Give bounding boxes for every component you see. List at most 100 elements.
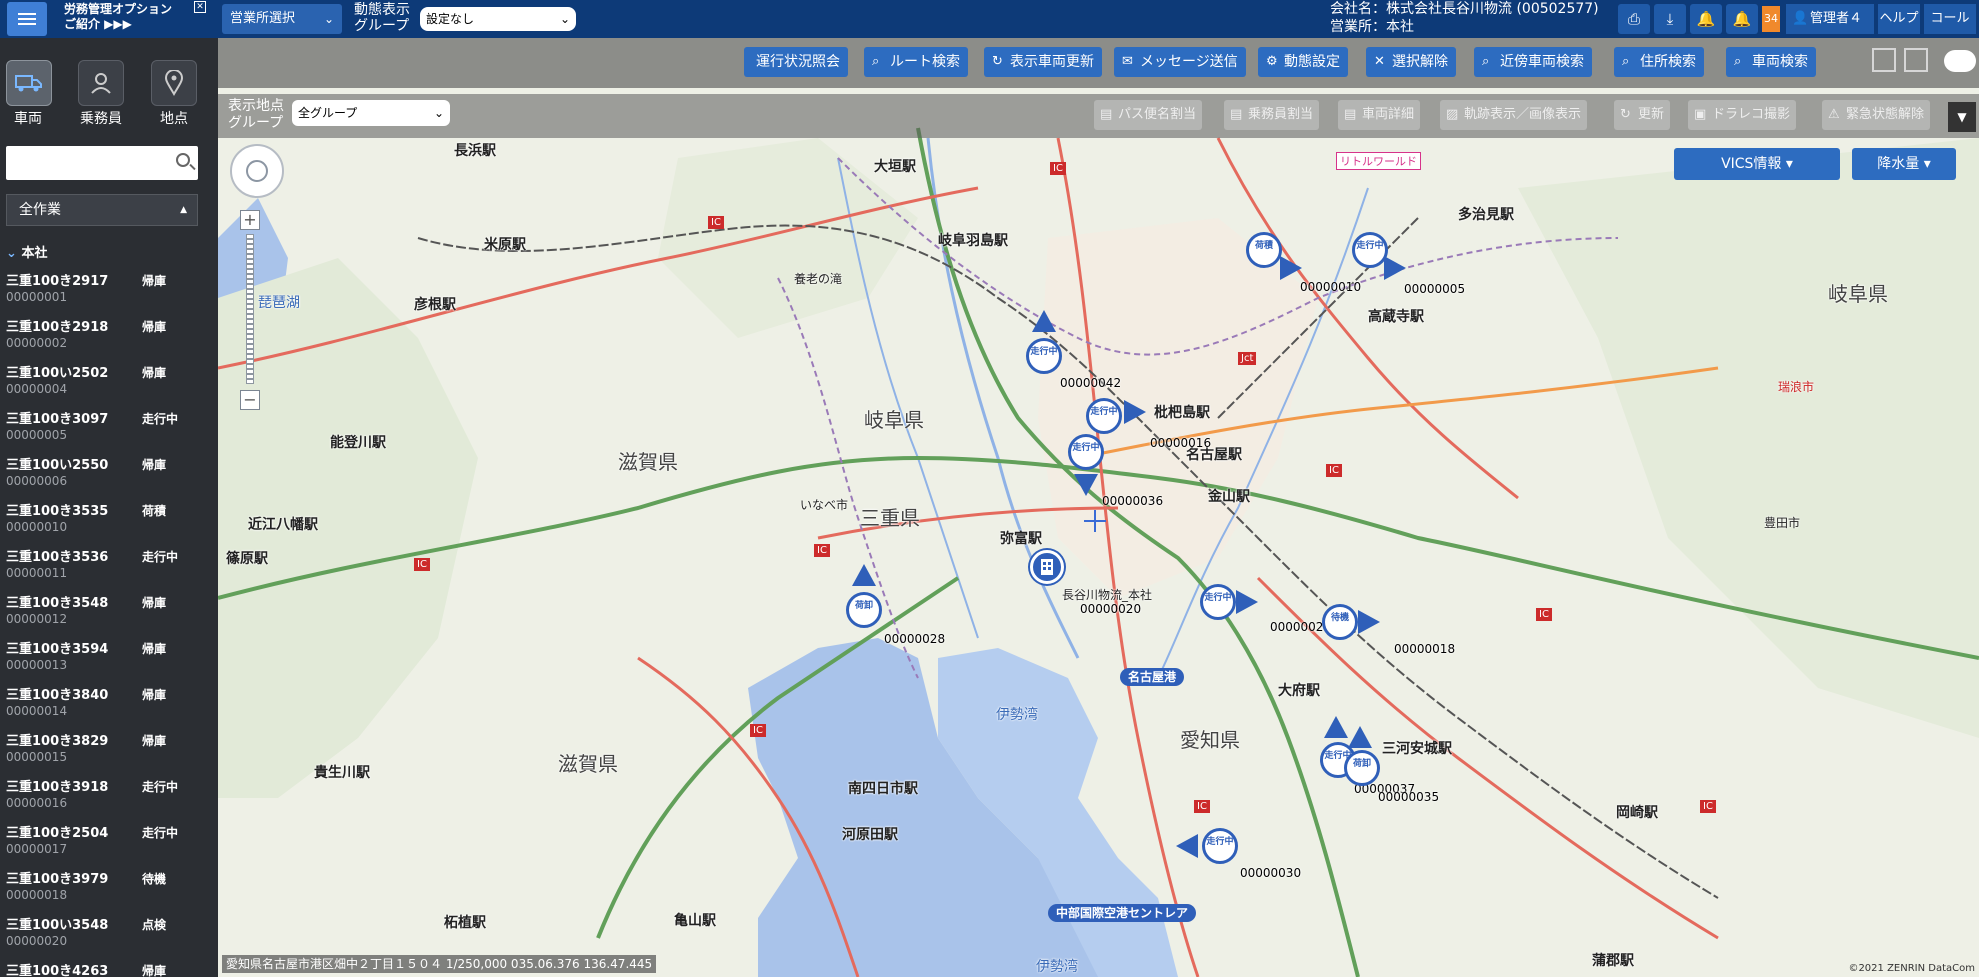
- address-search-button[interactable]: ⌕ 住所検索: [1614, 47, 1704, 77]
- work-filter-select[interactable]: 全作業 ▲: [6, 194, 198, 226]
- vehicle-id: 00000020: [6, 934, 68, 948]
- tracking-settings-button[interactable]: ⚙ 動態設定: [1258, 47, 1348, 77]
- display-group-select[interactable]: 設定なし ⌄: [420, 7, 576, 31]
- list-item[interactable]: 三重100き4263 帰庫: [0, 956, 218, 977]
- tab-crew[interactable]: [78, 60, 124, 106]
- route-search-button[interactable]: ⌕ ルート検索: [864, 47, 968, 77]
- ic-badge: IC: [1700, 800, 1716, 813]
- zoom-out-button[interactable]: −: [240, 390, 260, 410]
- bell-icon[interactable]: 🔔: [1690, 4, 1722, 34]
- map-label-tajimi: 多治見駅: [1458, 207, 1514, 223]
- menu-button[interactable]: [7, 2, 47, 36]
- map-label-hikone: 彦根駅: [414, 297, 456, 313]
- vehicle-marker[interactable]: 荷積: [1246, 232, 1282, 268]
- list-item[interactable]: 三重100き3918 走行中 00000016: [0, 772, 218, 818]
- vehicle-id: 00000017: [6, 842, 68, 856]
- vehicle-marker[interactable]: 走行中: [1352, 232, 1388, 268]
- user-name: 管理者４: [1810, 11, 1863, 26]
- nearby-vehicle-label: 近傍車両検索: [1500, 54, 1584, 70]
- location-group-select[interactable]: 全グループ ⌄: [292, 100, 450, 126]
- more-button[interactable]: ▼: [1948, 102, 1976, 132]
- download-icon[interactable]: ⤓: [1654, 4, 1686, 34]
- refresh-vehicles-button[interactable]: ↻ 表示車両更新: [984, 47, 1102, 77]
- update-button[interactable]: ↻ 更新: [1614, 100, 1671, 130]
- list-item[interactable]: 三重100き3829 帰庫 00000015: [0, 726, 218, 772]
- vehicle-marker[interactable]: 走行中: [1200, 584, 1236, 620]
- camera-icon: ▣: [1694, 107, 1707, 122]
- vehicle-id: 00000012: [6, 612, 68, 626]
- grid-layout-icon[interactable]: [1872, 48, 1896, 72]
- list-item[interactable]: 三重100き3536 走行中 00000011: [0, 542, 218, 588]
- vehicle-search-input[interactable]: [6, 146, 198, 180]
- list-item[interactable]: 三重100い2550 帰庫 00000006: [0, 450, 218, 496]
- send-message-button[interactable]: ✉ メッセージ送信: [1114, 47, 1246, 77]
- search-icon[interactable]: [176, 153, 190, 167]
- vehicle-marker[interactable]: 荷卸: [846, 592, 882, 628]
- vehicle-marker[interactable]: 走行中: [1068, 434, 1104, 470]
- rainfall-label: 降水量: [1877, 156, 1920, 172]
- list-item[interactable]: 三重100き3535 荷積 00000010: [0, 496, 218, 542]
- pan-control[interactable]: [230, 144, 284, 198]
- vehicle-marker[interactable]: 荷卸: [1344, 750, 1380, 786]
- zoom-track[interactable]: [246, 234, 254, 384]
- vehicle-marker[interactable]: 待機: [1322, 604, 1358, 640]
- vehicle-number-label: 00000030: [1240, 866, 1302, 880]
- clear-selection-button[interactable]: ✕ 選択解除: [1366, 47, 1456, 77]
- list-item[interactable]: 三重100き2918 帰庫 00000002: [0, 312, 218, 358]
- operation-status-button[interactable]: 運行状況照会: [744, 47, 848, 77]
- dashcam-button[interactable]: ▣ ドラレコ撮影: [1688, 100, 1797, 130]
- vehicle-marker[interactable]: 走行中: [1086, 398, 1122, 434]
- zoom-in-button[interactable]: +: [240, 210, 260, 230]
- vehicle-plate: 三重100き3979: [6, 872, 109, 887]
- track-image-button[interactable]: ▨ 軌跡表示／画像表示: [1440, 100, 1588, 130]
- print-icon[interactable]: ⎙: [1618, 4, 1650, 34]
- office-select[interactable]: 営業所選択 ⌄: [222, 4, 342, 34]
- assign-crew-button[interactable]: ▤ 乗務員割当: [1224, 100, 1320, 130]
- promo-link[interactable]: 労務管理オプション ご紹介 ▶▶▶: [64, 2, 172, 32]
- heading-arrow-icon: [1348, 726, 1372, 748]
- list-item[interactable]: 三重100き2504 走行中 00000017: [0, 818, 218, 864]
- user-menu[interactable]: 👤 管理者４: [1786, 4, 1874, 34]
- vehicle-id: 00000005: [6, 428, 68, 442]
- list-item[interactable]: 三重100い3548 点検 00000020: [0, 910, 218, 956]
- split-layout-icon[interactable]: [1904, 48, 1928, 72]
- tab-locations[interactable]: [151, 60, 197, 106]
- tab-vehicles[interactable]: [6, 60, 52, 106]
- list-item[interactable]: 三重100き2917 帰庫 00000001: [0, 266, 218, 312]
- list-item[interactable]: 三重100き3594 帰庫 00000013: [0, 634, 218, 680]
- emergency-clear-button[interactable]: ⚠ 緊急状態解除: [1822, 100, 1931, 130]
- rainfall-button[interactable]: 降水量 ▾: [1852, 148, 1956, 180]
- close-icon[interactable]: ✕: [194, 1, 206, 13]
- vehicle-search-button[interactable]: ⌕ 車両検索: [1726, 47, 1816, 77]
- list-item[interactable]: 三重100き3840 帰庫 00000014: [0, 680, 218, 726]
- vehicle-number-label: 00000016: [1150, 436, 1212, 450]
- track-image-label: 軌跡表示／画像表示: [1464, 107, 1582, 122]
- vehicle-number-label: 00000020: [1080, 602, 1142, 616]
- promo-line2: ご紹介 ▶▶▶: [64, 17, 132, 31]
- call-button[interactable]: コール: [1924, 4, 1976, 34]
- map-view[interactable]: 長浜駅 大垣駅 岐阜羽島駅 多治見駅 高蔵寺駅 彦根駅 米原駅 能登川駅 近江八…: [218, 38, 1979, 977]
- assign-route-button[interactable]: ▤ パス便名割当: [1094, 100, 1203, 130]
- vehicle-marker[interactable]: 走行中: [1202, 828, 1238, 864]
- caret-down-icon: ▾: [1923, 156, 1931, 172]
- vics-info-button[interactable]: VICS情報 ▾: [1674, 148, 1840, 180]
- list-item[interactable]: 三重100き3097 走行中 00000005: [0, 404, 218, 450]
- map-label-shiga-pref-south: 滋賀県: [558, 752, 618, 776]
- refresh-vehicles-label: 表示車両更新: [1010, 54, 1094, 70]
- vehicle-detail-button[interactable]: ▤ 車両詳細: [1338, 100, 1421, 130]
- office-group-header[interactable]: ⌄ 本社: [6, 242, 47, 261]
- map-label-nagoya-port: 名古屋港: [1120, 668, 1185, 686]
- alarm-bell-icon[interactable]: 🔔: [1726, 4, 1758, 34]
- vehicle-marker[interactable]: 走行中: [1026, 338, 1062, 374]
- help-button[interactable]: ヘルプ: [1878, 4, 1920, 34]
- zoom-slider[interactable]: + −: [240, 210, 260, 410]
- layout-toggle[interactable]: [1944, 50, 1976, 72]
- nearby-vehicle-search-button[interactable]: ⌕ 近傍車両検索: [1474, 47, 1592, 77]
- list-item[interactable]: 三重100き3548 帰庫 00000012: [0, 588, 218, 634]
- list-item[interactable]: 三重100き3979 待機 00000018: [0, 864, 218, 910]
- list-item[interactable]: 三重100い2502 帰庫 00000004: [0, 358, 218, 404]
- office-building-icon[interactable]: [1030, 550, 1064, 584]
- map-label-mikawaanjo: 三河安城駅: [1382, 741, 1452, 757]
- vehicle-status: 帰庫: [142, 596, 167, 610]
- map-label-kameyama: 亀山駅: [674, 913, 716, 929]
